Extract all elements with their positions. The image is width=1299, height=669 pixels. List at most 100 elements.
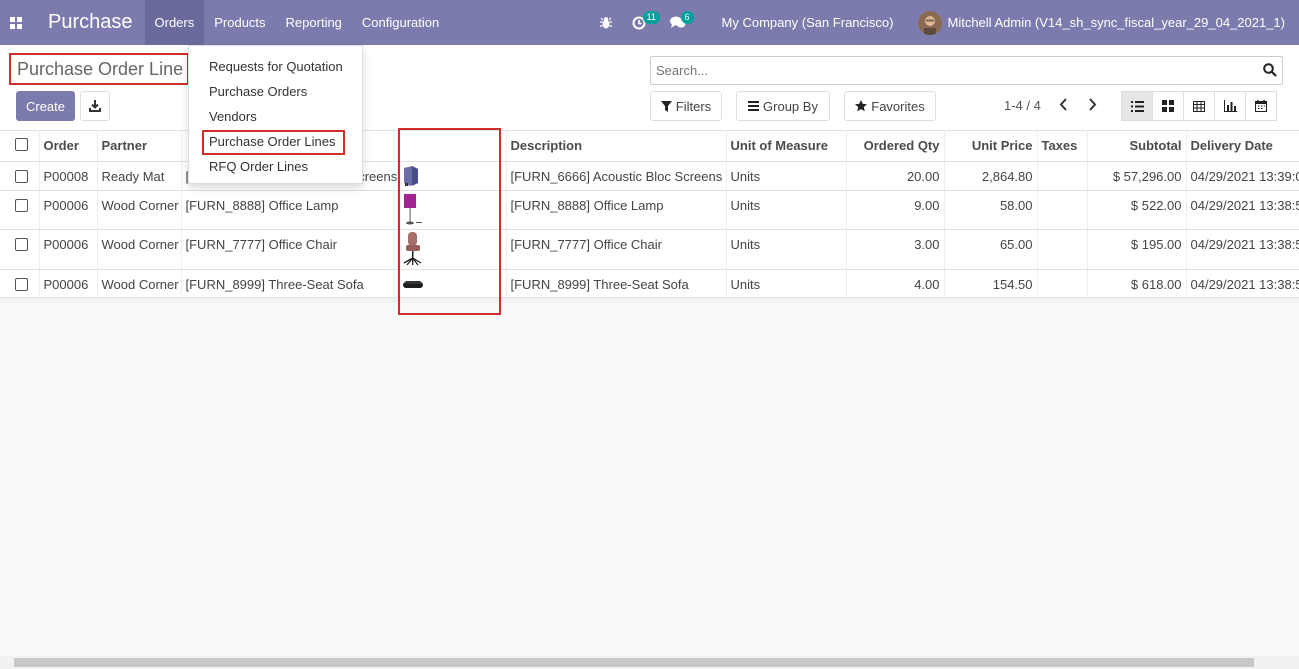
cell-subtotal: $ 195.00 (1086, 229, 1186, 270)
user-menu[interactable]: Mitchell Admin (V14_sh_sync_fiscal_year_… (906, 10, 1299, 35)
graph-view-icon[interactable] (1214, 91, 1246, 121)
cell-order: P00008 (38, 161, 97, 191)
header-subtotal[interactable]: Subtotal (1086, 131, 1186, 162)
cell-product: [FURN_8999] Three-Seat Sofa (180, 269, 397, 298)
cell-partner: Wood Corner (96, 229, 181, 270)
header-taxes[interactable]: Taxes (1036, 131, 1087, 162)
download-icon (89, 100, 101, 112)
groupby-button[interactable]: Group By (736, 91, 830, 121)
cell-date: 04/29/2021 13:38:59 (1185, 269, 1299, 298)
message-badge: 6 (680, 11, 694, 24)
cell-description: [FURN_8999] Three-Seat Sofa (505, 269, 726, 298)
cell-date: 04/29/2021 13:38:59 (1185, 229, 1299, 270)
cell-order: P00006 (38, 190, 97, 230)
row-checkbox[interactable] (15, 198, 28, 212)
filters-label: Filters (675, 98, 712, 114)
app-title[interactable]: Purchase (32, 0, 145, 45)
cell-price: 2,864.80 (943, 161, 1037, 191)
cell-description: [FURN_7777] Office Chair (505, 229, 726, 270)
cell-product: [FURN_7777] Office Chair (180, 229, 397, 270)
cell-taxes (1036, 269, 1087, 298)
search-icon[interactable] (1263, 63, 1277, 80)
cell-uom: Units (725, 190, 846, 230)
pager-value[interactable]: 1-4 / 4 (1004, 98, 1041, 113)
cell-uom: Units (725, 269, 846, 298)
cell-subtotal: $ 618.00 (1086, 269, 1186, 298)
horizontal-scrollbar[interactable] (0, 656, 1299, 669)
filters-button[interactable]: Filters (650, 91, 722, 121)
chevron-left-icon[interactable] (1059, 98, 1069, 114)
table-row[interactable]: P00006 Wood Corner [FURN_7777] Office Ch… (0, 229, 1299, 270)
cell-uom: Units (725, 229, 846, 270)
star-icon (855, 100, 868, 112)
breadcrumb: Purchase Order Line (9, 53, 189, 85)
row-checkbox[interactable] (15, 277, 28, 291)
cell-subtotal: $ 57,296.00 (1086, 161, 1186, 191)
menu-item-rfq[interactable]: Requests for Quotation (209, 59, 343, 74)
cell-qty: 3.00 (845, 229, 944, 270)
cell-taxes (1036, 161, 1087, 191)
header-description[interactable]: Description (505, 131, 726, 162)
activity-badge: 11 (642, 11, 660, 24)
cell-date: 04/29/2021 13:38:59 (1185, 190, 1299, 230)
search-bar (650, 56, 1283, 85)
header-order[interactable]: Order (38, 131, 97, 162)
company-switcher[interactable]: My Company (San Francisco) (710, 15, 906, 30)
header-partner[interactable]: Partner (96, 131, 181, 162)
activity-clock-icon[interactable]: 11 (622, 0, 660, 45)
kanban-view-icon[interactable] (1152, 91, 1184, 121)
user-name: Mitchell Admin (V14_sh_sync_fiscal_year_… (947, 15, 1286, 30)
orders-dropdown-menu: Requests for Quotation Purchase Orders V… (188, 45, 363, 184)
menu-item-purchase-orders[interactable]: Purchase Orders (209, 84, 307, 99)
menu-item-vendors[interactable]: Vendors (209, 109, 257, 124)
cell-partner: Wood Corner (96, 190, 181, 230)
list-view-icon[interactable] (1121, 91, 1153, 121)
create-button[interactable]: Create (16, 91, 75, 121)
header-unit-price[interactable]: Unit Price (943, 131, 1037, 162)
row-checkbox[interactable] (15, 169, 28, 183)
search-input[interactable] (651, 57, 1241, 84)
menu-configuration[interactable]: Configuration (352, 0, 449, 45)
cell-description: [FURN_8888] Office Lamp (505, 190, 726, 230)
scrollbar-thumb[interactable] (14, 658, 1254, 667)
cell-price: 58.00 (943, 190, 1037, 230)
header-ordered-qty[interactable]: Ordered Qty (845, 131, 944, 162)
filter-icon (660, 100, 672, 112)
cell-subtotal: $ 522.00 (1086, 190, 1186, 230)
pivot-view-icon[interactable] (1183, 91, 1215, 121)
cell-qty: 20.00 (845, 161, 944, 191)
export-button[interactable] (80, 91, 110, 121)
select-all-header[interactable] (0, 131, 39, 162)
view-switcher (1121, 91, 1277, 121)
row-checkbox[interactable] (15, 237, 28, 251)
debug-bug-icon[interactable] (590, 0, 622, 45)
menu-item-rfq-order-lines[interactable]: RFQ Order Lines (209, 159, 308, 174)
favorites-button[interactable]: Favorites (844, 91, 936, 121)
table-row[interactable]: P00006 Wood Corner [FURN_8999] Three-Sea… (0, 269, 1299, 298)
cell-qty: 9.00 (845, 190, 944, 230)
cell-uom: Units (725, 161, 846, 191)
cell-product: [FURN_8888] Office Lamp (180, 190, 397, 230)
table-row[interactable]: P00006 Wood Corner [FURN_8888] Office La… (0, 190, 1299, 230)
top-navbar: Purchase Orders Products Reporting Confi… (0, 0, 1299, 45)
image-column-highlight (398, 128, 501, 315)
chevron-right-icon[interactable] (1087, 98, 1097, 114)
calendar-view-icon[interactable] (1245, 91, 1277, 121)
cell-date: 04/29/2021 13:39:04 (1185, 161, 1299, 191)
apps-menu-icon[interactable] (0, 0, 32, 45)
cell-order: P00006 (38, 229, 97, 270)
groupby-label: Group By (763, 98, 818, 114)
select-all-checkbox[interactable] (15, 137, 28, 151)
cell-order: P00006 (38, 269, 97, 298)
menu-item-purchase-order-lines[interactable]: Purchase Order Lines (209, 134, 335, 149)
table-footer-row (0, 297, 1299, 303)
header-uom[interactable]: Unit of Measure (725, 131, 846, 162)
messages-chat-icon[interactable]: 6 (660, 0, 696, 45)
cell-description: [FURN_6666] Acoustic Bloc Screens (505, 161, 726, 191)
menu-orders[interactable]: Orders (144, 0, 205, 45)
menu-reporting[interactable]: Reporting (276, 0, 352, 45)
avatar (917, 10, 942, 35)
header-delivery-date[interactable]: Delivery Date (1185, 131, 1299, 162)
menu-products[interactable]: Products (204, 0, 275, 45)
cell-partner: Wood Corner (96, 269, 181, 298)
